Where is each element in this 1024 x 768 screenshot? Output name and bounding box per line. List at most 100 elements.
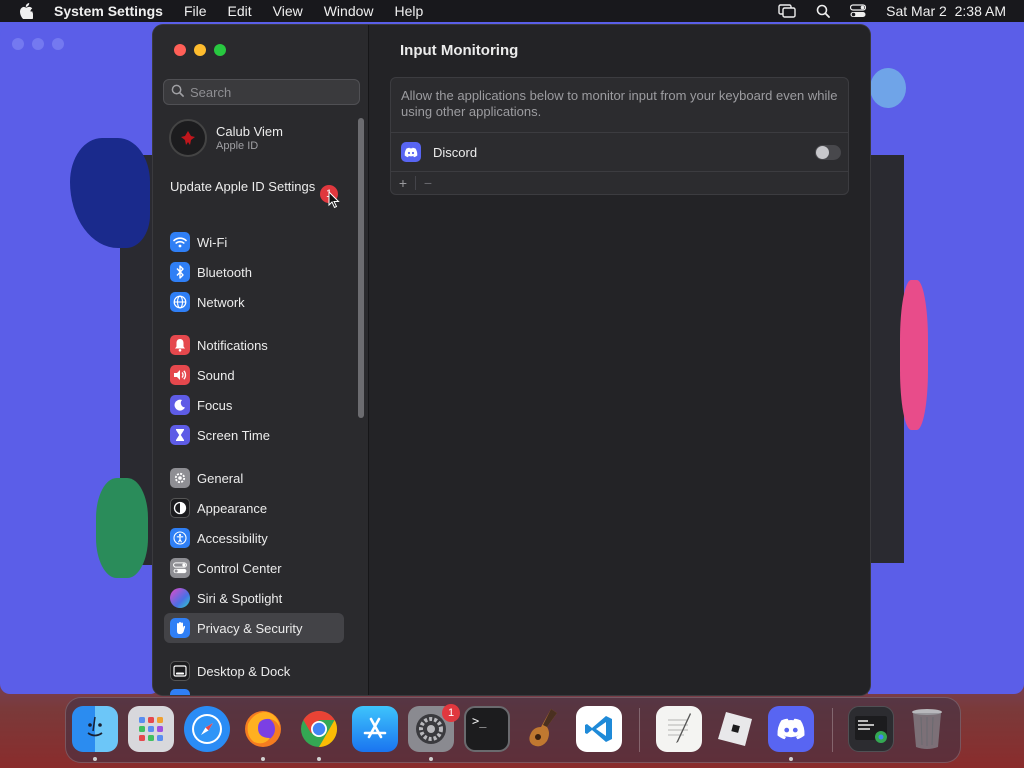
- running-indicator: [93, 757, 97, 761]
- content-pane: Input Monitoring Allow the applications …: [370, 25, 870, 695]
- wallpaper-flower-left: [96, 478, 148, 578]
- remove-app-button[interactable]: −: [416, 175, 440, 191]
- zoom-button[interactable]: [214, 44, 226, 56]
- search-field[interactable]: [163, 79, 360, 105]
- menu-app-name[interactable]: System Settings: [54, 3, 163, 19]
- finder-icon[interactable]: [72, 706, 118, 752]
- discord-icon: [401, 142, 421, 162]
- sidebar-item-label: Desktop & Dock: [197, 663, 291, 679]
- menu-file[interactable]: File: [184, 3, 207, 19]
- running-indicator: [429, 757, 433, 761]
- avatar: [169, 119, 207, 157]
- sidebar-scrollbar[interactable]: [358, 118, 364, 418]
- dock-separator: [639, 708, 640, 752]
- menu-edit[interactable]: Edit: [228, 3, 252, 19]
- minimize-button[interactable]: [194, 44, 206, 56]
- app-name-discord: Discord: [433, 144, 478, 160]
- close-button[interactable]: [174, 44, 186, 56]
- sidebar-item-notifications[interactable]: Notifications: [164, 330, 344, 360]
- input-monitoring-description: Allow the applications below to monitor …: [401, 88, 838, 119]
- hand-icon: [170, 618, 190, 638]
- sidebar-item-appearance[interactable]: Appearance: [164, 493, 344, 523]
- vscode-icon[interactable]: [576, 706, 622, 752]
- bluetooth-icon: [170, 262, 190, 282]
- sidebar-item-desktop-dock[interactable]: Desktop & Dock: [164, 656, 344, 686]
- profile-subtitle: Apple ID: [216, 140, 259, 152]
- menu-help[interactable]: Help: [395, 3, 424, 19]
- sidebar-item-privacy-security[interactable]: Privacy & Security: [164, 613, 344, 643]
- sidebar-item-label: Siri & Spotlight: [197, 590, 283, 606]
- divider: [391, 132, 848, 133]
- sidebar-item-sound[interactable]: Sound: [164, 360, 344, 390]
- system-settings-badge: 1: [442, 704, 460, 722]
- discord-icon[interactable]: [768, 706, 814, 752]
- sidebar-item-next-partial: [170, 689, 190, 695]
- system-settings-window: Calub Viem Apple ID Update Apple ID Sett…: [153, 25, 870, 695]
- control-center-icon: [170, 558, 190, 578]
- dock: 1 >_: [65, 697, 961, 763]
- search-input[interactable]: [190, 84, 350, 100]
- moon-icon: [170, 395, 190, 415]
- gear-icon: [170, 468, 190, 488]
- apple-id-profile[interactable]: Calub Viem Apple ID: [169, 119, 283, 157]
- spotlight-search-icon[interactable]: [816, 4, 831, 18]
- background-window-controls: [12, 38, 64, 50]
- control-center-menu-icon[interactable]: [850, 4, 867, 18]
- sidebar-item-label: Wi-Fi: [197, 234, 228, 250]
- trash-icon[interactable]: [904, 706, 950, 752]
- sidebar-item-screen-time[interactable]: Screen Time: [164, 420, 344, 450]
- sidebar-item-label: Focus: [197, 397, 233, 413]
- sidebar-item-wifi[interactable]: Wi-Fi: [164, 227, 344, 257]
- sidebar-item-focus[interactable]: Focus: [164, 390, 344, 420]
- screen-mirroring-icon[interactable]: [778, 4, 796, 18]
- update-apple-id-settings[interactable]: Update Apple ID Settings: [170, 179, 340, 195]
- safari-icon[interactable]: [184, 706, 230, 752]
- page-title: Input Monitoring: [400, 42, 519, 59]
- sidebar-item-label: Notifications: [197, 337, 268, 353]
- textedit-icon[interactable]: [656, 706, 702, 752]
- window-controls: [174, 44, 226, 56]
- terminal-icon[interactable]: >_: [464, 706, 510, 752]
- app-row-discord: Discord: [401, 141, 841, 163]
- menu-window[interactable]: Window: [324, 3, 374, 19]
- launchpad-icon[interactable]: [128, 706, 174, 752]
- menu-clock[interactable]: Sat Mar 2 2:38 AM: [886, 3, 1006, 19]
- apple-menu-icon[interactable]: [18, 3, 34, 19]
- roblox-icon[interactable]: [712, 706, 758, 752]
- dock-separator: [832, 708, 833, 752]
- input-monitoring-card: Allow the applications below to monitor …: [390, 77, 849, 195]
- chrome-window-icon[interactable]: [848, 706, 894, 752]
- sidebar-item-siri-spotlight[interactable]: Siri & Spotlight: [164, 583, 344, 613]
- sidebar-item-network[interactable]: Network: [164, 287, 344, 317]
- sidebar-item-label: Screen Time: [197, 427, 270, 443]
- firefox-icon[interactable]: [240, 706, 286, 752]
- sidebar-item-bluetooth[interactable]: Bluetooth: [164, 257, 344, 287]
- sidebar-item-general[interactable]: General: [164, 463, 344, 493]
- hourglass-icon: [170, 425, 190, 445]
- sidebar-item-label: General: [197, 470, 244, 486]
- add-app-button[interactable]: +: [391, 175, 415, 191]
- dock-icon: [170, 661, 190, 681]
- running-indicator: [317, 757, 321, 761]
- discord-toggle[interactable]: [815, 145, 841, 160]
- bell-icon: [170, 335, 190, 355]
- app-store-icon[interactable]: [352, 706, 398, 752]
- sidebar-item-control-center[interactable]: Control Center: [164, 553, 344, 583]
- sidebar-item-label: Appearance: [197, 500, 268, 516]
- siri-icon: [170, 588, 190, 608]
- garageband-icon[interactable]: [520, 706, 566, 752]
- mouse-cursor-icon: [328, 190, 340, 214]
- speaker-icon: [170, 365, 190, 385]
- menu-bar: System Settings File Edit View Window He…: [0, 0, 1024, 22]
- appearance-icon: [170, 498, 190, 518]
- divider: [391, 171, 848, 172]
- sidebar-item-accessibility[interactable]: Accessibility: [164, 523, 344, 553]
- sidebar-item-label: Accessibility: [197, 530, 268, 546]
- wallpaper-figure-right: [900, 280, 928, 430]
- wallpaper-bird-right: [870, 68, 906, 108]
- wifi-icon: [170, 232, 190, 252]
- sidebar-item-label: Network: [197, 294, 245, 310]
- chrome-icon[interactable]: [296, 706, 342, 752]
- globe-icon: [170, 292, 190, 312]
- menu-view[interactable]: View: [273, 3, 303, 19]
